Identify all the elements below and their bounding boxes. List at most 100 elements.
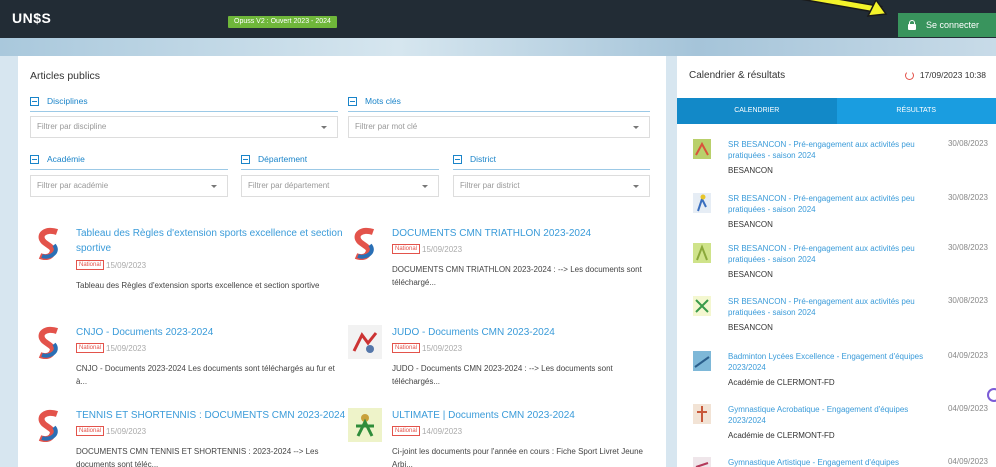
calendar-datetime-text: 17/09/2023 10:38 [919,70,986,80]
event-title-link[interactable]: SR BESANCON - Pré-engagement aux activit… [728,193,928,215]
filter-academie-label: Académie [47,154,85,164]
national-badge: National [392,343,421,353]
filter-departement-toggle[interactable]: Département [241,154,307,164]
event-location: BESANCON [728,270,773,279]
calendar-event[interactable]: SR BESANCON - Pré-engagement aux activit… [693,139,988,179]
filter-keywords-toggle[interactable]: Mots clés [348,96,401,106]
article-meta: National 15/09/2023 [76,426,146,436]
article-title-link[interactable]: TENNIS ET SHORTENNIS : DOCUMENTS CMN 202… [76,408,346,423]
national-badge: National [392,426,421,436]
article-title-link[interactable]: Tableau des Règles d'extension sports ex… [76,226,346,256]
article-card[interactable]: DOCUMENTS CMN TRIATHLON 2023-2024 Nation… [348,226,642,316]
collapse-icon [453,154,462,164]
article-meta: National 15/09/2023 [392,343,462,353]
activity-thumbnail-icon [693,193,711,213]
collapse-icon [348,96,357,106]
collapse-icon [30,154,39,164]
article-meta: National 15/09/2023 [392,244,462,254]
ultimate-thumbnail-icon [348,408,382,442]
event-title-link[interactable]: Gymnastique Acrobatique - Engagement d'é… [728,404,928,426]
article-title-link[interactable]: CNJO - Documents 2023-2024 [76,325,346,340]
filter-district-toggle[interactable]: District [453,154,496,164]
article-date: 15/09/2023 [106,260,147,270]
calendar-event[interactable]: SR BESANCON - Pré-engagement aux activit… [693,296,988,336]
academie-select[interactable]: Filtrer par académie [30,175,228,197]
departement-select[interactable]: Filtrer par département [241,175,439,197]
event-title-link[interactable]: SR BESANCON - Pré-engagement aux activit… [728,296,928,318]
article-snippet: DOCUMENTS CMN TENNIS ET SHORTENNIS : 202… [76,447,319,467]
article-title-link[interactable]: ULTIMATE | Documents CMN 2023-2024 [392,408,662,423]
article-meta: National 14/09/2023 [392,426,462,436]
calendar-event[interactable]: Gymnastique Artistique - Engagement d'éq… [693,457,988,467]
divider [30,169,228,170]
header-banner [0,38,996,56]
tab-calendar[interactable]: CALENDRIER [677,98,837,124]
tab-results[interactable]: RÉSULTATS [836,98,996,124]
article-card[interactable]: ULTIMATE | Documents CMN 2023-2024 Natio… [348,408,643,467]
chevron-down-icon [321,126,327,129]
event-title-link[interactable]: SR BESANCON - Pré-engagement aux activit… [728,139,928,161]
discipline-select[interactable]: Filtrer par discipline [30,116,338,138]
national-badge: National [76,343,105,353]
filter-keywords-label: Mots clés [365,96,401,106]
divider [241,169,439,170]
refresh-icon[interactable] [904,70,914,80]
calendar-event[interactable]: Badminton Lycées Excellence - Engagement… [693,351,988,391]
judo-thumbnail-icon [348,325,382,359]
version-badge: Opuss V2 : Ouvert 2023 - 2024 [228,16,337,28]
event-title-link[interactable]: SR BESANCON - Pré-engagement aux activit… [728,243,928,265]
filter-departement-label: Département [258,154,308,164]
unss-logo-icon [354,227,375,260]
article-date: 15/09/2023 [422,244,463,254]
calendar-event[interactable]: SR BESANCON - Pré-engagement aux activit… [693,243,988,283]
filter-district-label: District [470,154,496,164]
article-meta: National 15/09/2023 [76,343,146,353]
district-select[interactable]: Filtrer par district [453,175,650,197]
calendar-event[interactable]: Gymnastique Acrobatique - Engagement d'é… [693,404,988,444]
article-date: 15/09/2023 [106,426,147,436]
filter-disciplines-toggle[interactable]: Disciplines [30,96,88,106]
article-date: 15/09/2023 [106,343,147,353]
article-card[interactable]: JUDO - Documents CMN 2023-2024 National … [348,325,628,395]
unss-logo-icon [38,409,59,442]
unss-logo[interactable]: UN$S [12,10,51,26]
calendar-event[interactable]: SR BESANCON - Pré-engagement aux activit… [693,193,988,233]
side-help-toggle[interactable] [987,388,996,402]
article-title-link[interactable]: JUDO - Documents CMN 2023-2024 [392,325,662,340]
article-date: 15/09/2023 [422,343,463,353]
article-snippet: JUDO - Documents CMN 2023-2024 : --> Les… [392,364,613,386]
divider [453,169,650,170]
chevron-down-icon [633,185,639,188]
login-button-label: Se connecter [926,20,980,30]
article-meta: National 15/09/2023 [76,260,146,270]
collapse-icon [241,154,250,164]
chevron-down-icon [633,126,639,129]
district-select-placeholder: Filtrer par district [460,181,520,190]
article-snippet: Ci-joint les documents pour l'année en c… [392,447,643,467]
divider [348,111,650,112]
activity-thumbnail-icon [693,139,711,159]
national-badge: National [392,244,421,254]
article-snippet: Tableau des Règles d'extension sports ex… [76,281,320,290]
event-date: 30/08/2023 [947,193,988,202]
article-card[interactable]: CNJO - Documents 2023-2024 National 15/0… [32,325,335,395]
calendar-panel: Calendrier & résultats 17/09/2023 10:38 … [677,56,996,467]
event-date: 30/08/2023 [947,243,988,252]
collapse-icon [30,96,39,106]
event-title-link[interactable]: Gymnastique Artistique - Engagement d'éq… [728,457,928,467]
event-title-link[interactable]: Badminton Lycées Excellence - Engagement… [728,351,928,373]
departement-select-placeholder: Filtrer par département [248,181,330,190]
article-title-link[interactable]: DOCUMENTS CMN TRIATHLON 2023-2024 [392,226,662,241]
articles-title: Articles publics [30,70,101,82]
calendar-tabs: CALENDRIER RÉSULTATS [677,98,996,124]
event-location: BESANCON [728,166,773,175]
article-card[interactable]: TENNIS ET SHORTENNIS : DOCUMENTS CMN 202… [32,408,345,467]
article-card[interactable]: Tableau des Règles d'extension sports ex… [32,226,343,316]
top-navbar: UN$S Opuss V2 : Ouvert 2023 - 2024 Se co… [0,0,996,38]
keyword-select[interactable]: Filtrer par mot clé [348,116,650,138]
event-date: 30/08/2023 [947,139,988,148]
unss-logo-icon [38,326,59,359]
divider [30,111,338,112]
filter-academie-toggle[interactable]: Académie [30,154,85,164]
login-button[interactable]: Se connecter [898,13,996,37]
